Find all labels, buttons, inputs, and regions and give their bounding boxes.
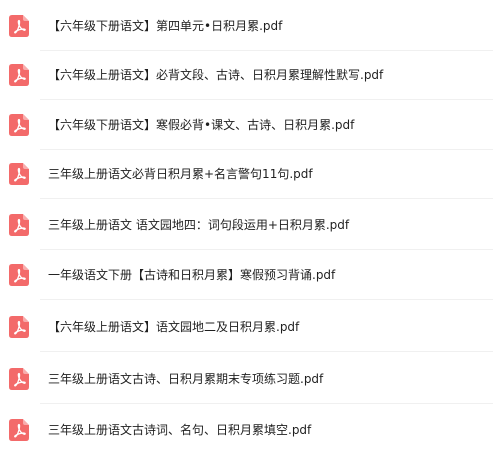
pdf-file-icon — [9, 263, 29, 286]
pdf-file-icon — [9, 418, 29, 441]
file-name: 【六年级下册语文】寒假必背•课文、古诗、日积月累.pdf — [48, 117, 355, 132]
file-name: 三年级上册语文古诗词、名句、日积月累填空.pdf — [48, 422, 312, 437]
file-row[interactable]: 【六年级上册语文】语文园地二及日积月累.pdf — [0, 301, 493, 352]
file-row[interactable]: 【六年级下册语文】寒假必背•课文、古诗、日积月累.pdf — [0, 99, 493, 150]
file-row[interactable]: 一年级语文下册【古诗和日积月累】寒假预习背诵.pdf — [0, 249, 493, 300]
file-row[interactable]: 三年级上册语文 语文园地四：词句段运用+日积月累.pdf — [0, 199, 493, 250]
file-name: 【六年级上册语文】必背文段、古诗、日积月累理解性默写.pdf — [48, 67, 384, 82]
pdf-file-icon — [9, 367, 29, 390]
file-list: 【六年级下册语文】第四单元•日积月累.pdf 【六年级上册语文】必背文段、古诗、… — [0, 0, 493, 451]
pdf-file-icon — [9, 14, 29, 37]
pdf-file-icon — [9, 213, 29, 236]
file-name: 【六年级下册语文】第四单元•日积月累.pdf — [48, 18, 283, 33]
file-row[interactable]: 三年级上册语文古诗词、名句、日积月累填空.pdf — [0, 404, 493, 455]
pdf-file-icon — [9, 113, 29, 136]
pdf-file-icon — [9, 315, 29, 338]
file-name: 一年级语文下册【古诗和日积月累】寒假预习背诵.pdf — [48, 267, 336, 282]
file-name: 【六年级上册语文】语文园地二及日积月累.pdf — [48, 319, 300, 334]
file-name: 三年级上册语文古诗、日积月累期末专项练习题.pdf — [48, 371, 324, 386]
file-row[interactable]: 【六年级上册语文】必背文段、古诗、日积月累理解性默写.pdf — [0, 49, 493, 100]
pdf-file-icon — [9, 63, 29, 86]
file-name: 三年级上册语文必背日积月累+名言警句11句.pdf — [48, 166, 313, 181]
file-row[interactable]: 三年级上册语文古诗、日积月累期末专项练习题.pdf — [0, 353, 493, 404]
file-name: 三年级上册语文 语文园地四：词句段运用+日积月累.pdf — [48, 217, 350, 232]
file-row[interactable]: 【六年级下册语文】第四单元•日积月累.pdf — [0, 0, 493, 51]
pdf-file-icon — [9, 162, 29, 185]
file-row[interactable]: 三年级上册语文必背日积月累+名言警句11句.pdf — [0, 148, 493, 199]
